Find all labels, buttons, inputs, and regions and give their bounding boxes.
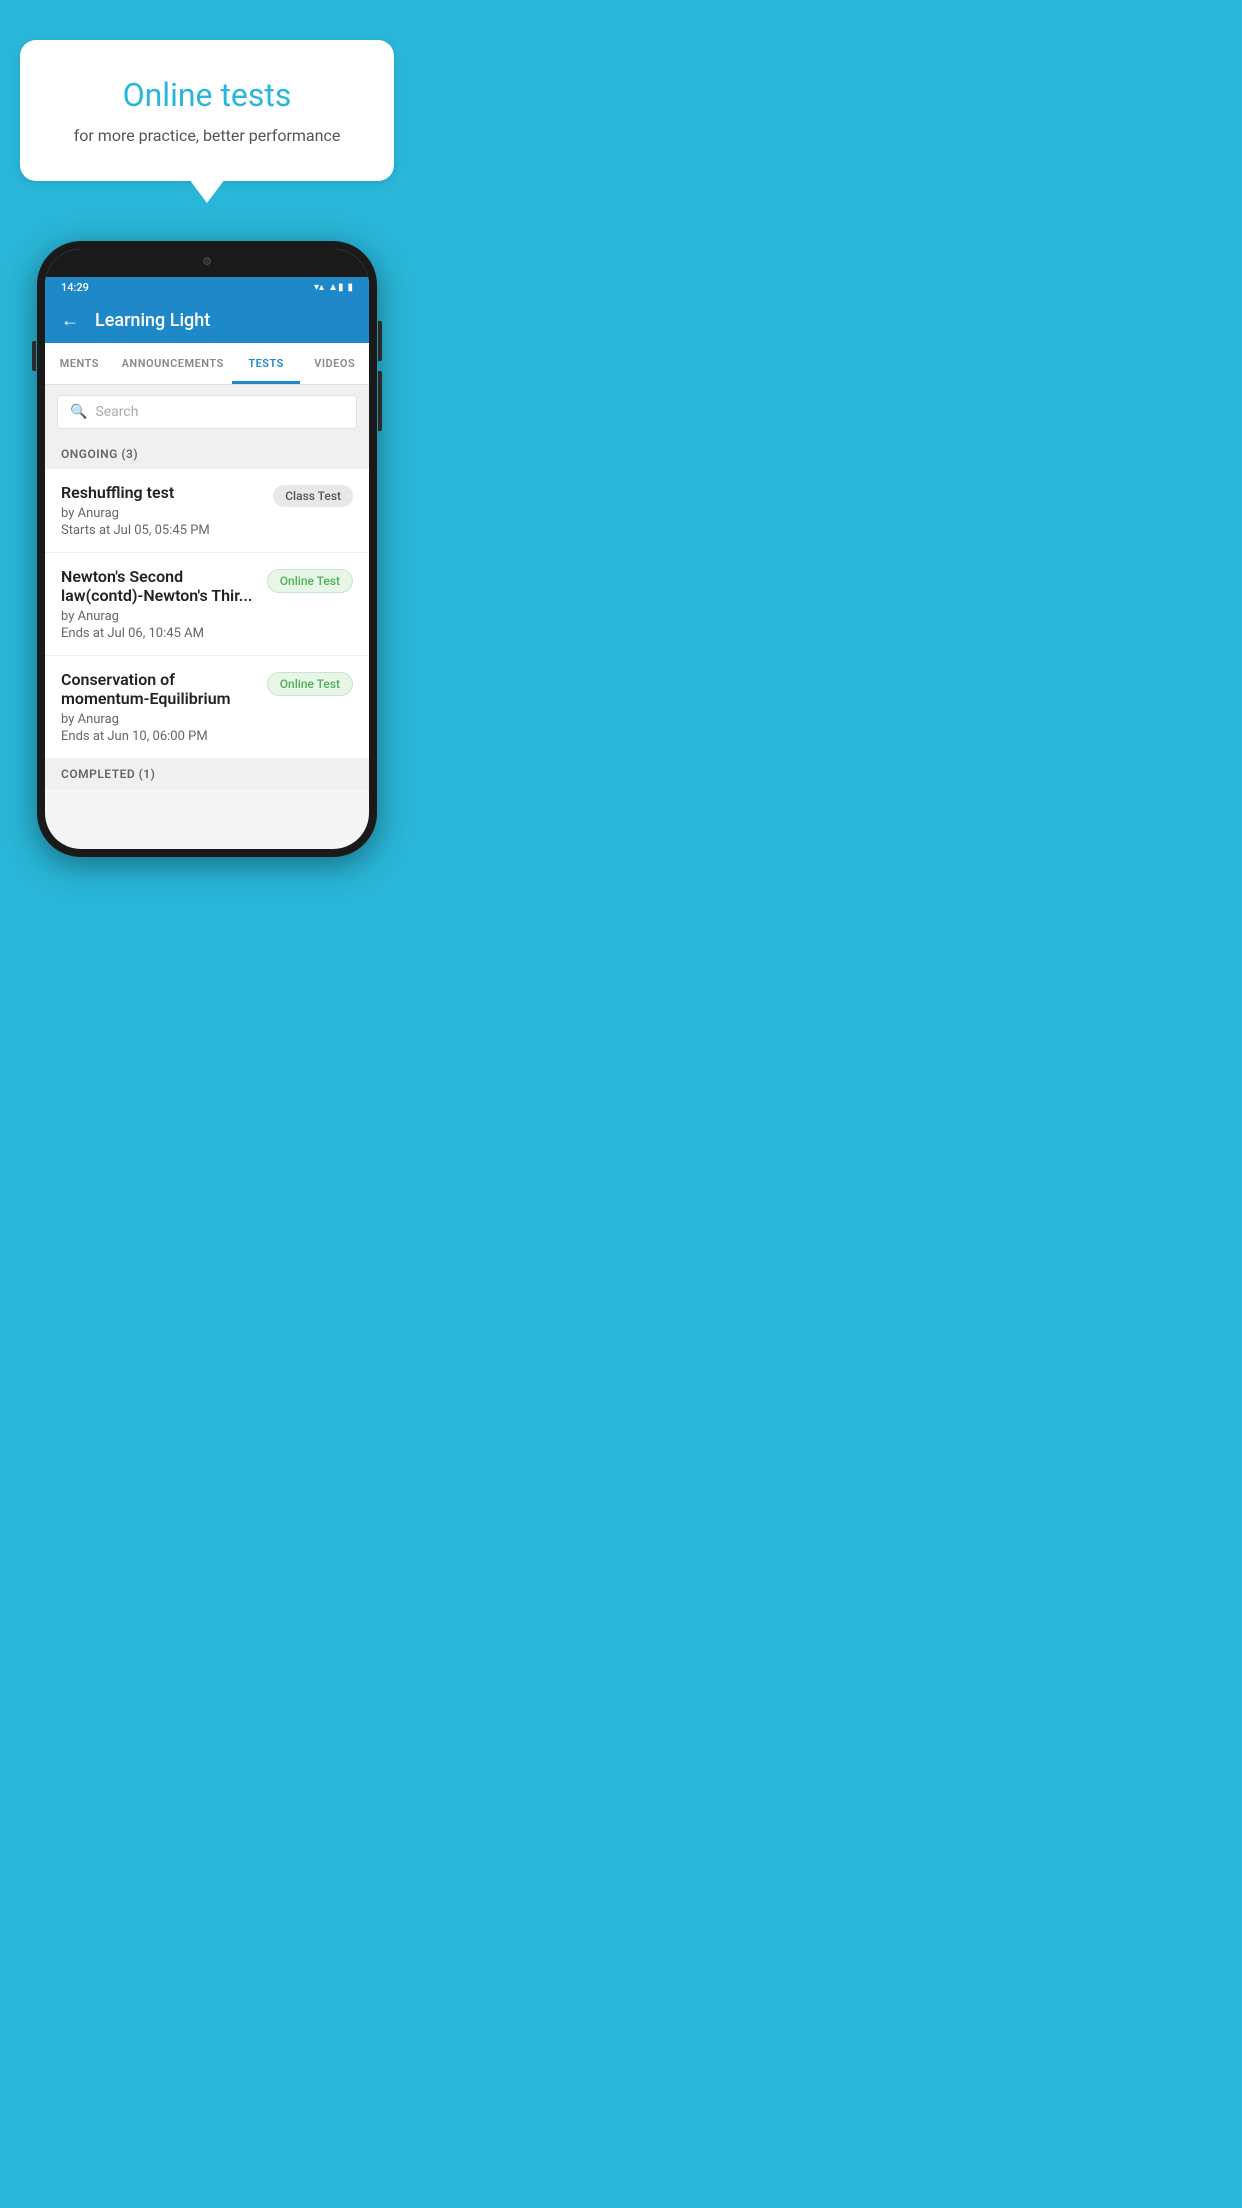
phone-notch	[45, 249, 369, 277]
test-content-2: Newton's Second law(contd)-Newton's Thir…	[61, 567, 259, 641]
power-button-bottom	[378, 371, 382, 431]
tab-videos[interactable]: VIDEOS	[300, 343, 369, 384]
time-display: 14:29	[61, 281, 89, 294]
back-button[interactable]: ←	[61, 310, 79, 331]
volume-button	[32, 341, 36, 371]
phone-mockup: 14:29 ▾▴ ▲▮ ▮ ← Learning Light MENTS ANN…	[37, 241, 377, 857]
test-by-2: by Anurag	[61, 609, 259, 624]
tab-tests[interactable]: TESTS	[232, 343, 301, 384]
list-item[interactable]: Reshuffling test by Anurag Starts at Jul…	[45, 469, 369, 553]
list-item[interactable]: Newton's Second law(contd)-Newton's Thir…	[45, 553, 369, 656]
test-title-2: Newton's Second law(contd)-Newton's Thir…	[61, 567, 259, 605]
test-title-3: Conservation of momentum-Equilibrium	[61, 670, 259, 708]
tabs-container: MENTS ANNOUNCEMENTS TESTS VIDEOS	[45, 343, 369, 385]
bubble-title: Online tests	[50, 76, 364, 114]
completed-section-header: COMPLETED (1)	[45, 759, 369, 789]
bubble-subtitle: for more practice, better performance	[50, 126, 364, 145]
app-bar: ← Learning Light	[45, 298, 369, 343]
search-input[interactable]: Search	[95, 404, 138, 420]
test-time-3: Ends at Jun 10, 06:00 PM	[61, 729, 259, 744]
wifi-icon: ▾▴	[314, 282, 324, 293]
tab-announcements[interactable]: ANNOUNCEMENTS	[114, 343, 232, 384]
test-list: Reshuffling test by Anurag Starts at Jul…	[45, 469, 369, 759]
power-button-top	[378, 321, 382, 361]
search-container: 🔍 Search	[45, 385, 369, 439]
phone-outer: 14:29 ▾▴ ▲▮ ▮ ← Learning Light MENTS ANN…	[37, 241, 377, 857]
test-by-1: by Anurag	[61, 506, 265, 521]
status-bar: 14:29 ▾▴ ▲▮ ▮	[45, 277, 369, 298]
phone-screen: 14:29 ▾▴ ▲▮ ▮ ← Learning Light MENTS ANN…	[45, 249, 369, 849]
camera-dot	[203, 257, 211, 265]
notch-cutout	[167, 249, 247, 273]
test-content-1: Reshuffling test by Anurag Starts at Jul…	[61, 483, 265, 538]
list-item[interactable]: Conservation of momentum-Equilibrium by …	[45, 656, 369, 759]
test-badge-3: Online Test	[267, 672, 353, 696]
test-title-1: Reshuffling test	[61, 483, 265, 502]
hero-section: Online tests for more practice, better p…	[0, 0, 414, 181]
test-by-3: by Anurag	[61, 712, 259, 727]
app-bar-title: Learning Light	[95, 310, 210, 331]
status-icons: ▾▴ ▲▮ ▮	[314, 282, 353, 293]
test-badge-1: Class Test	[273, 485, 353, 507]
test-time-1: Starts at Jul 05, 05:45 PM	[61, 523, 265, 538]
signal-icon: ▲▮	[328, 282, 343, 293]
test-content-3: Conservation of momentum-Equilibrium by …	[61, 670, 259, 744]
speech-bubble: Online tests for more practice, better p…	[20, 40, 394, 181]
tab-assignments[interactable]: MENTS	[45, 343, 114, 384]
test-badge-2: Online Test	[267, 569, 353, 593]
search-icon: 🔍	[70, 404, 87, 420]
search-bar[interactable]: 🔍 Search	[57, 395, 357, 429]
battery-icon: ▮	[347, 282, 353, 293]
test-time-2: Ends at Jul 06, 10:45 AM	[61, 626, 259, 641]
ongoing-section-header: ONGOING (3)	[45, 439, 369, 469]
